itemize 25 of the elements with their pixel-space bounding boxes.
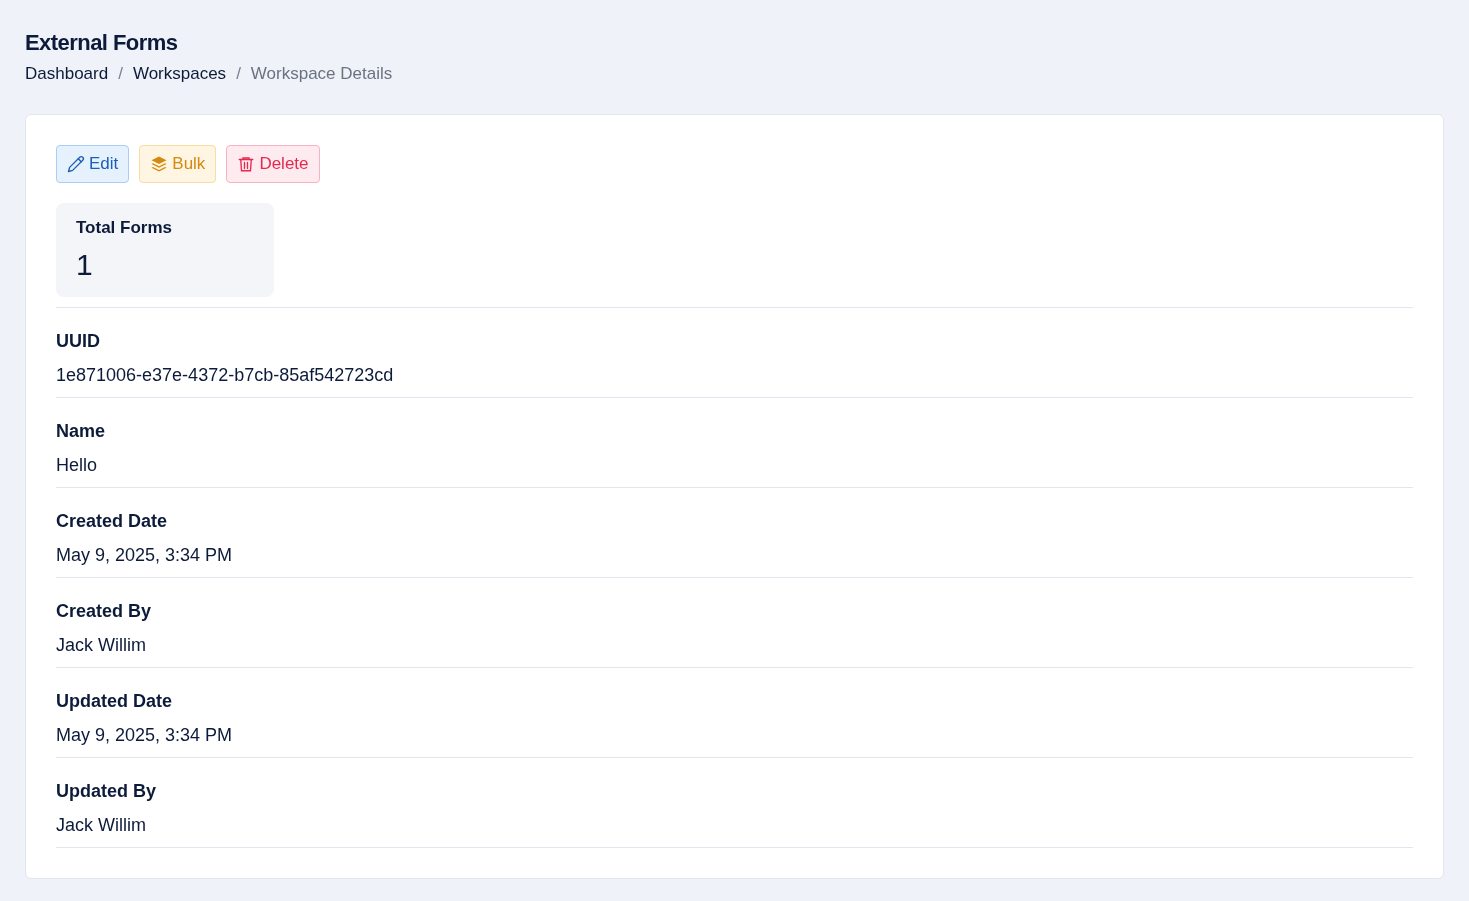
field-label: Created Date [56, 510, 168, 533]
field-value: 1e871006-e37e-4372-b7cb-85af542723cd [56, 364, 394, 387]
breadcrumb-separator: / [236, 63, 241, 85]
breadcrumb-link[interactable]: Workspaces [132, 62, 227, 86]
pencil-icon [67, 155, 85, 173]
stat-label: Total Forms [76, 217, 173, 239]
field-label: Name [56, 420, 106, 443]
field-value: May 9, 2025, 3:34 PM [56, 544, 233, 567]
page-title: External Forms [25, 30, 178, 56]
breadcrumb-current: Workspace Details [250, 63, 393, 85]
field-value: Jack Willim [56, 634, 146, 657]
field-value: Jack Willim [56, 814, 146, 837]
field-label: Updated Date [56, 690, 172, 713]
field-value: Hello [56, 454, 98, 477]
delete-button[interactable]: Delete [226, 145, 320, 183]
breadcrumb-link[interactable]: Dashboard [25, 62, 109, 86]
stat-value: 1 [76, 246, 93, 283]
layers-icon [150, 155, 169, 173]
field-value: May 9, 2025, 3:34 PM [56, 724, 233, 747]
edit-button[interactable]: Edit [56, 145, 130, 183]
field-label: Updated By [56, 780, 156, 803]
field-label: UUID [56, 330, 100, 353]
field-label: Created By [56, 600, 152, 623]
trash-icon [237, 155, 256, 173]
breadcrumb-separator: / [118, 63, 123, 85]
